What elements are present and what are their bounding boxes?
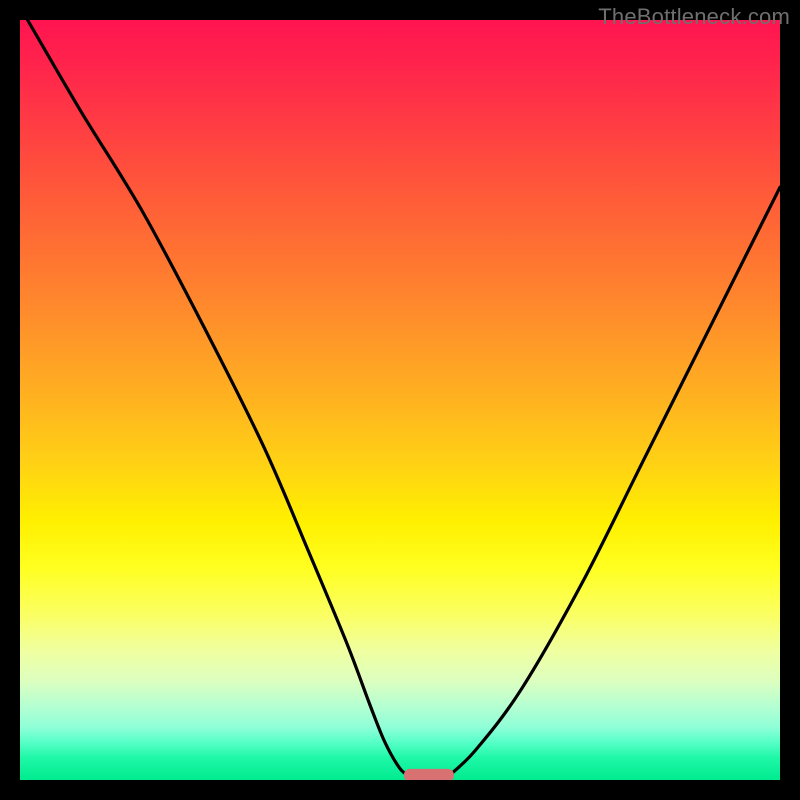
left-branch-curve	[28, 20, 410, 775]
curve-layer	[20, 20, 780, 780]
chart-frame: TheBottleneck.com	[0, 0, 800, 800]
plot-area	[20, 20, 780, 780]
bottleneck-marker	[404, 769, 454, 780]
watermark-text: TheBottleneck.com	[598, 4, 790, 30]
right-branch-curve	[449, 187, 780, 775]
